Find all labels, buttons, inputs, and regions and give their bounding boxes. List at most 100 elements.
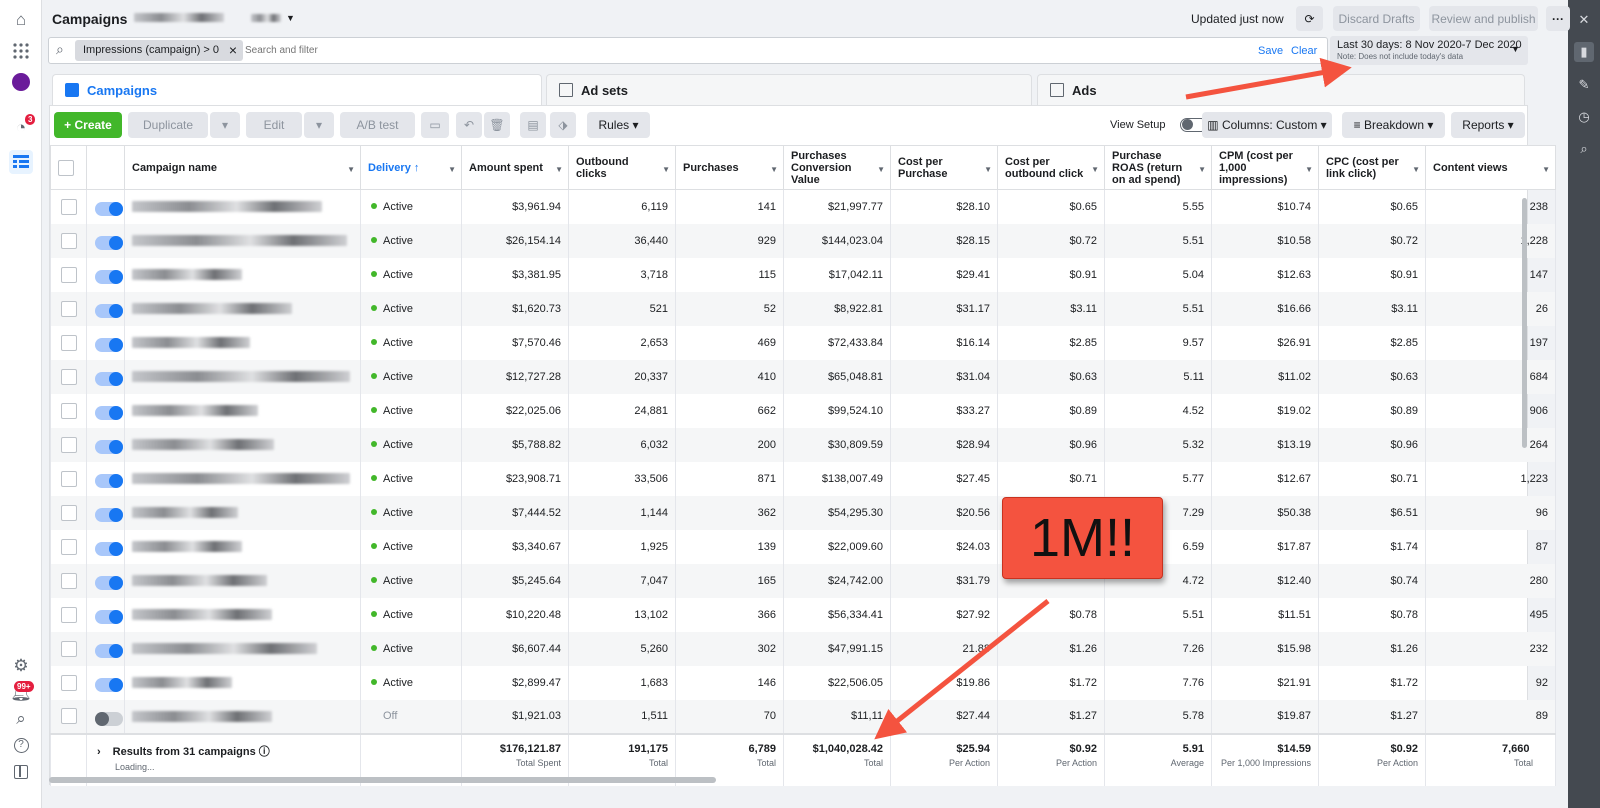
columns-button[interactable]: ▥ Columns: Custom ▾ — [1202, 112, 1332, 138]
table-row[interactable]: Active $3,961.94 6,119 141 $21,997.77 $28.10 $… — [50, 189, 1556, 224]
row-toggle-cell[interactable] — [86, 291, 125, 326]
more-options-button[interactable]: ··· — [1546, 6, 1570, 31]
campaign-toggle[interactable] — [95, 711, 123, 726]
info-icon[interactable]: ⓘ — [259, 746, 270, 758]
search-filter-bar[interactable]: ⌕ Impressions (campaign) > 0 × Save Clea… — [48, 37, 1328, 64]
row-checkbox[interactable] — [60, 198, 77, 215]
select-all-checkbox[interactable] — [58, 159, 74, 176]
campaign-toggle[interactable] — [95, 507, 123, 522]
search-input[interactable] — [245, 42, 1145, 59]
table-row[interactable]: Active $6,607.44 5,260 302 $47,991.15 21.88 $1… — [50, 631, 1556, 666]
search-icon[interactable]: ⌕ — [1574, 139, 1594, 159]
campaign-toggle[interactable] — [95, 643, 123, 658]
campaign-toggle[interactable] — [95, 677, 123, 692]
campaign-name-cell[interactable] — [124, 461, 361, 496]
campaign-name-cell[interactable] — [124, 291, 361, 326]
campaign-name-cell[interactable] — [124, 393, 361, 428]
col-campaign-name[interactable]: Campaign name ▼ — [124, 145, 361, 190]
row-select-cell[interactable] — [50, 393, 87, 428]
campaign-name-cell[interactable] — [124, 631, 361, 666]
table-row[interactable]: Active $12,727.28 20,337 410 $65,048.81 $31.0… — [50, 359, 1556, 394]
table-row[interactable]: Active $26,154.14 36,440 929 $144,023.04 $28.… — [50, 223, 1556, 258]
row-toggle-cell[interactable] — [86, 461, 125, 496]
clear-filter-link[interactable]: Clear — [1291, 45, 1317, 57]
col-content-views[interactable]: Content views ▼ — [1425, 145, 1556, 190]
row-toggle-cell[interactable] — [86, 359, 125, 394]
discard-drafts-button[interactable]: Discard Drafts — [1333, 6, 1420, 31]
campaign-toggle[interactable] — [95, 202, 123, 216]
campaign-name-cell[interactable] — [124, 257, 361, 292]
campaign-name-cell[interactable] — [124, 563, 361, 598]
row-checkbox[interactable] — [60, 504, 77, 521]
row-select-cell[interactable] — [50, 461, 87, 496]
col-delivery[interactable]: Delivery ↑ ▼ — [360, 145, 462, 190]
row-checkbox[interactable] — [60, 402, 77, 419]
row-select-cell[interactable] — [50, 563, 87, 598]
table-row[interactable]: Off $1,921.03 1,511 70 $11,11 $27.44 $1.27 5.78… — [50, 699, 1556, 734]
row-select-cell[interactable] — [50, 359, 87, 394]
row-select-cell[interactable] — [50, 257, 87, 292]
pencil-icon[interactable]: ✎ — [1574, 75, 1594, 95]
horizontal-scrollbar[interactable] — [49, 777, 716, 783]
create-button[interactable]: + Create — [54, 112, 122, 138]
campaign-name-cell[interactable] — [124, 495, 361, 530]
delete-button[interactable]: 🗑︎ — [484, 112, 510, 138]
row-checkbox[interactable] — [60, 436, 77, 453]
campaign-name-cell[interactable] — [124, 427, 361, 462]
row-checkbox[interactable] — [60, 674, 77, 691]
save-filter-link[interactable]: Save — [1258, 45, 1283, 57]
vertical-scrollbar[interactable] — [1522, 198, 1527, 448]
reports-button[interactable]: Reports ▾ — [1451, 112, 1525, 138]
row-toggle-cell[interactable] — [86, 189, 125, 224]
table-row[interactable]: Active $7,570.46 2,653 469 $72,433.84 $16.14 $… — [50, 325, 1556, 360]
panel-toggle-icon[interactable] — [9, 760, 33, 784]
row-select-cell[interactable] — [50, 427, 87, 462]
campaign-name-cell[interactable] — [124, 325, 361, 360]
clipboard-button[interactable]: ▭ — [421, 112, 449, 138]
home-icon[interactable]: ⌂ — [9, 8, 33, 32]
row-checkbox[interactable] — [60, 538, 77, 555]
col-cpm[interactable]: CPM (cost per 1,000 impressions) ▼ — [1211, 145, 1319, 190]
row-checkbox[interactable] — [60, 266, 77, 283]
row-checkbox[interactable] — [60, 300, 77, 317]
row-toggle-cell[interactable] — [86, 665, 125, 700]
edit-button[interactable]: Edit — [246, 112, 302, 138]
col-purchase-roas[interactable]: Purchase ROAS (return on ad spend) ▼ — [1104, 145, 1212, 190]
table-row[interactable]: Active $5,245.64 7,047 165 $24,742.00 $31.79 4… — [50, 563, 1556, 598]
campaign-toggle[interactable] — [95, 235, 123, 250]
expand-chevron-icon[interactable]: › — [97, 746, 101, 758]
row-checkbox[interactable] — [60, 708, 77, 724]
row-checkbox[interactable] — [60, 334, 77, 351]
row-checkbox[interactable] — [60, 470, 77, 487]
date-range-picker[interactable]: Last 30 days: 8 Nov 2020-7 Dec 2020 Note… — [1330, 36, 1528, 65]
breakdown-button[interactable]: ≡ Breakdown ▾ — [1342, 112, 1445, 138]
campaign-name-cell[interactable] — [124, 359, 361, 394]
row-toggle-cell[interactable] — [86, 631, 125, 666]
row-toggle-cell[interactable] — [86, 495, 125, 530]
tag-button[interactable]: ⬗ — [550, 112, 576, 138]
duplicate-button[interactable]: Duplicate — [128, 112, 208, 138]
remove-filter-icon[interactable]: × — [229, 40, 237, 61]
refresh-button[interactable]: ⟳ — [1296, 6, 1323, 31]
row-toggle-cell[interactable] — [86, 529, 125, 564]
preview-button[interactable]: ▤ — [520, 112, 546, 138]
row-select-cell[interactable] — [50, 291, 87, 326]
col-outbound-clicks[interactable]: Outbound clicks ▼ — [568, 145, 676, 190]
row-toggle-cell[interactable] — [86, 257, 125, 292]
row-toggle-cell[interactable] — [86, 325, 125, 360]
clock-icon[interactable]: ◷ — [1574, 107, 1594, 127]
row-toggle-cell[interactable] — [86, 563, 125, 598]
select-all-header[interactable] — [50, 145, 87, 190]
ab-test-button[interactable]: A/B test — [340, 112, 415, 138]
row-checkbox[interactable] — [60, 606, 77, 623]
campaign-toggle[interactable] — [95, 473, 123, 488]
table-row[interactable]: Active $1,620.73 521 52 $8,922.81 $31.17 $3.11… — [50, 291, 1556, 326]
chart-icon[interactable]: ▮ — [1574, 42, 1594, 62]
row-toggle-cell[interactable] — [86, 597, 125, 632]
campaign-name-cell[interactable] — [124, 189, 361, 224]
row-toggle-cell[interactable] — [86, 393, 125, 428]
rules-button[interactable]: Rules ▾ — [587, 112, 650, 138]
row-checkbox[interactable] — [60, 368, 77, 385]
col-cpc[interactable]: CPC (cost per link click) ▼ — [1318, 145, 1426, 190]
col-purchases[interactable]: Purchases ▼ — [675, 145, 784, 190]
